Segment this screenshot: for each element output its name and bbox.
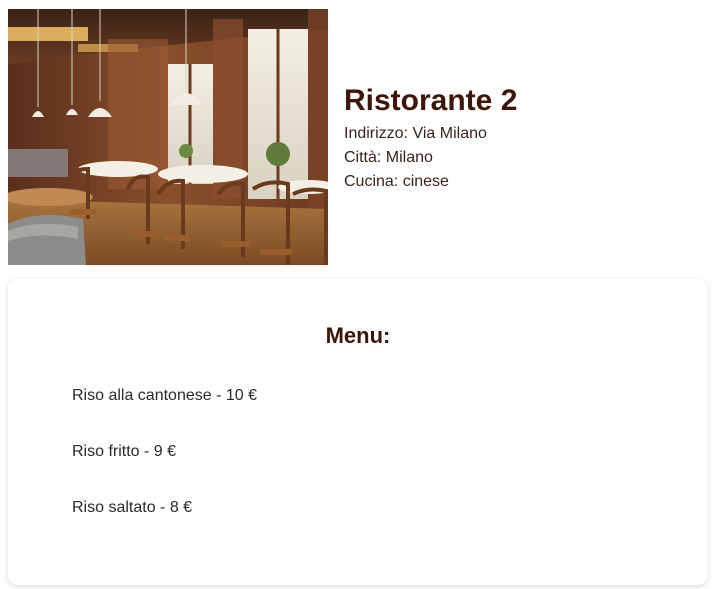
- menu-item: Riso alla cantonese - 10 €: [72, 387, 257, 404]
- restaurant-header: Ristorante 2 Indirizzo: Via Milano Città…: [8, 9, 708, 265]
- menu-item: Riso saltato - 8 €: [72, 499, 193, 516]
- restaurant-name: Ristorante 2: [344, 84, 518, 117]
- restaurant-city: Città: Milano: [344, 149, 433, 166]
- restaurant-address: Indirizzo: Via Milano: [344, 125, 487, 142]
- menu-list: Riso alla cantonese - 10 € Riso fritto -…: [72, 386, 257, 554]
- menu-item: Riso fritto - 9 €: [72, 443, 177, 460]
- restaurant-cuisine: Cucina: cinese: [344, 173, 449, 190]
- restaurant-photo: [8, 9, 328, 265]
- restaurant-info: Ristorante 2 Indirizzo: Via Milano Città…: [344, 84, 517, 194]
- menu-card: Menu: Riso alla cantonese - 10 € Riso fr…: [8, 279, 708, 585]
- menu-title: Menu:: [325, 323, 391, 348]
